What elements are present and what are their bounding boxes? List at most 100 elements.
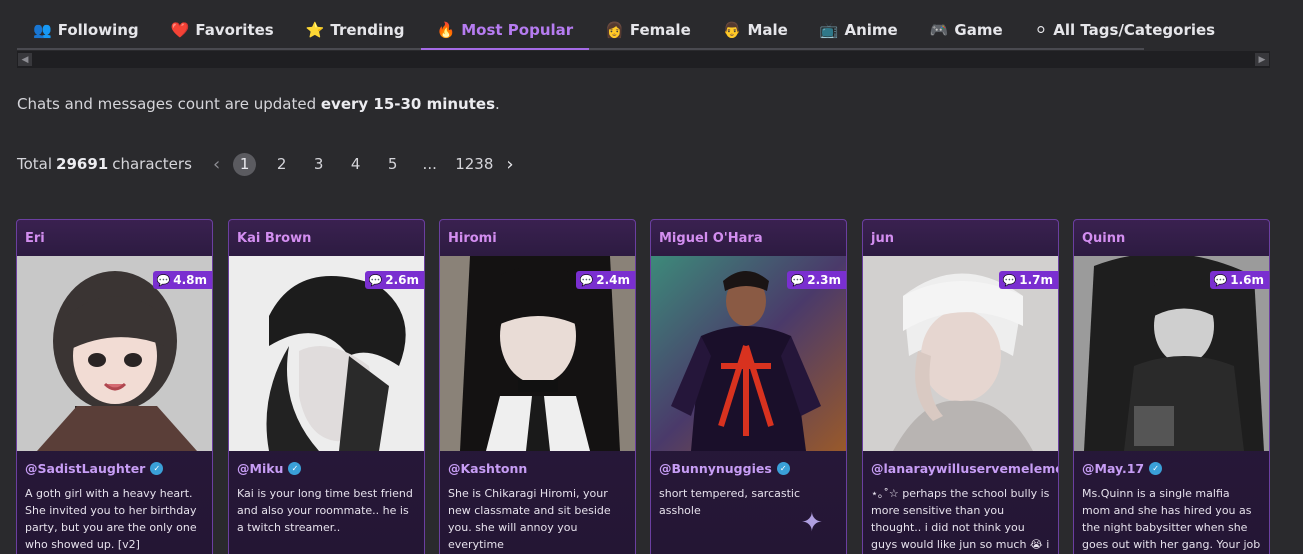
chat-count-badge: 💬 2.4m [575, 271, 635, 289]
page-1[interactable]: 1 [233, 152, 257, 176]
character-name: Eri [25, 230, 45, 246]
character-card[interactable]: jun 💬1.7m @lanaraywilluservemelemonade ⋆… [862, 219, 1059, 554]
chat-count-badge: 💬 2.3m [786, 271, 846, 289]
tab-label: Female [629, 21, 691, 39]
page-5[interactable]: 5 [381, 153, 404, 176]
tab-label: Anime [844, 21, 898, 39]
tab-anime[interactable]: 📺 Anime [804, 12, 914, 48]
tab-label: All Tags/Categories [1053, 21, 1216, 39]
character-name: Kai Brown [237, 230, 312, 246]
chat-count: 1.6m [1230, 273, 1264, 287]
fire-icon: 🔥 [436, 20, 456, 39]
heart-icon: ❤️ [170, 20, 190, 39]
character-image: 💬 1.6m [1074, 256, 1269, 451]
creator-name: @Kashtonn [448, 461, 528, 476]
character-image: 💬 2.6m [229, 256, 424, 451]
character-description: A goth girl with a heavy heart. She invi… [25, 487, 197, 551]
character-description: ⋆｡˚☆ perhaps the school bully is more se… [871, 487, 1050, 551]
character-description: short tempered, sarcastic asshole [659, 487, 801, 517]
total-suffix: characters [112, 155, 192, 173]
tab-following[interactable]: 👥 Following [17, 12, 155, 48]
tab-game[interactable]: 🎮 Game [914, 12, 1019, 48]
character-card[interactable]: Hiromi 💬 2.4m @Kashtonn She is Chikaragi … [439, 219, 636, 554]
male-icon: 👨 [722, 20, 742, 39]
gamepad-icon: 🎮 [929, 20, 949, 39]
star-icon: ⭐ [305, 20, 325, 39]
notice-suffix: . [495, 95, 500, 113]
creator-name: @Miku [237, 461, 284, 476]
chat-count-badge: 💬 1.6m [1209, 271, 1269, 289]
tab-label: Favorites [195, 21, 274, 39]
character-image: 💬 2.3m [651, 256, 846, 451]
chat-count-badge: 💬 1.7m [998, 271, 1058, 289]
character-description: Kai is your long time best friend and al… [237, 487, 413, 534]
verified-badge-icon: ✓ [776, 462, 790, 475]
tab-label: Most Popular [461, 21, 574, 39]
tab-all-tags[interactable]: ⚪ All Tags/Categories [1019, 12, 1231, 48]
female-icon: 👩 [605, 20, 624, 39]
total-count: 29691 [56, 155, 109, 173]
update-notice: Chats and messages count are updated eve… [17, 95, 500, 113]
verified-badge-icon: ✓ [288, 462, 302, 475]
creator-name: @May.17 [1082, 461, 1145, 476]
creator-handle[interactable]: @Miku ✓ [229, 451, 424, 476]
chat-count: 2.4m [596, 273, 630, 287]
tabs-scrollbar[interactable]: ◀ ▶ [17, 51, 1270, 68]
chat-bubble-icon: 💬 [1002, 273, 1017, 287]
prev-page-chevron-icon[interactable]: ‹ [213, 154, 220, 175]
scroll-left-arrow-icon[interactable]: ◀ [18, 53, 32, 66]
verified-badge-icon: ✓ [150, 462, 164, 475]
page: 👥 Following ❤️ Favorites ⭐ Trending 🔥 Most P… [0, 0, 1303, 554]
character-card[interactable]: Kai Brown 💬 2.6m @Miku ✓ Kai is your long … [228, 219, 425, 554]
character-image: 💬 2.4m [440, 256, 635, 451]
scroll-right-arrow-icon[interactable]: ▶ [1255, 53, 1269, 66]
total-characters: Total 29691 characters [17, 150, 192, 178]
creator-name: @Bunnynuggies [659, 461, 772, 476]
tab-label: Male [747, 21, 788, 39]
chat-bubble-icon: 💬 [1213, 273, 1228, 287]
tab-favorites[interactable]: ❤️ Favorites [155, 12, 290, 48]
page-3[interactable]: 3 [307, 153, 330, 176]
chat-count: 1.7m [1019, 273, 1053, 287]
character-card[interactable]: Quinn 💬 1.6m @May.17 ✓ Ms.Quinn is a singl… [1073, 219, 1270, 554]
chat-bubble-icon: 💬 [368, 273, 383, 287]
tab-label: Game [954, 21, 1003, 39]
notice-prefix: Chats and messages count are updated [17, 95, 321, 113]
creator-handle[interactable]: @May.17 ✓ [1074, 451, 1269, 476]
page-ellipsis: ... [422, 155, 437, 173]
chat-bubble-icon: 💬 [790, 273, 805, 287]
tv-icon: 📺 [819, 20, 839, 39]
page-2[interactable]: 2 [270, 153, 293, 176]
tab-label: Trending [330, 21, 405, 39]
creator-name: @lanaraywilluservemelemonade [871, 461, 1058, 476]
creator-handle[interactable]: @Kashtonn [440, 451, 635, 476]
creator-handle[interactable]: @Bunnynuggies ✓ [651, 451, 846, 476]
chat-count: 2.6m [385, 273, 419, 287]
chat-count-badge: 💬 4.8m [152, 271, 212, 289]
character-card[interactable]: Miguel O'Hara 💬 2.3m @Bunnynuggies ✓ short… [650, 219, 847, 554]
creator-handle[interactable]: @SadistLaughter ✓ [17, 451, 212, 476]
creator-handle[interactable]: @lanaraywilluservemelemonade [863, 451, 1058, 476]
character-name: Hiromi [448, 230, 497, 246]
tab-female[interactable]: 👩 Female [589, 12, 707, 48]
verified-badge-icon: ✓ [1149, 462, 1163, 475]
category-tabs: 👥 Following ❤️ Favorites ⭐ Trending 🔥 Most P… [17, 12, 1215, 50]
tab-trending[interactable]: ⭐ Trending [290, 12, 421, 48]
tab-label: Following [57, 21, 139, 39]
chat-bubble-icon: 💬 [156, 273, 171, 287]
page-4[interactable]: 4 [344, 153, 367, 176]
character-name: Miguel O'Hara [659, 230, 763, 246]
character-description: Ms.Quinn is a single malfia mom and she … [1082, 487, 1261, 551]
pagination: ‹ 1 2 3 4 5 ... 1238 › [207, 150, 520, 178]
character-image: 💬 4.8m [17, 256, 212, 451]
page-last[interactable]: 1238 [455, 153, 493, 176]
tab-male[interactable]: 👨 Male [707, 12, 804, 48]
next-page-chevron-icon[interactable]: › [506, 154, 513, 175]
character-description: She is Chikaragi Hiromi, your new classm… [448, 487, 611, 551]
total-prefix: Total [17, 155, 53, 173]
character-card[interactable]: Eri 💬 4.8m @SadistLaughter ✓ A goth girl w… [16, 219, 213, 554]
chat-bubble-icon: 💬 [579, 273, 594, 287]
character-image: 💬 1.7m [863, 256, 1058, 451]
tab-most-popular[interactable]: 🔥 Most Popular [420, 12, 590, 50]
character-name: jun [871, 230, 894, 246]
